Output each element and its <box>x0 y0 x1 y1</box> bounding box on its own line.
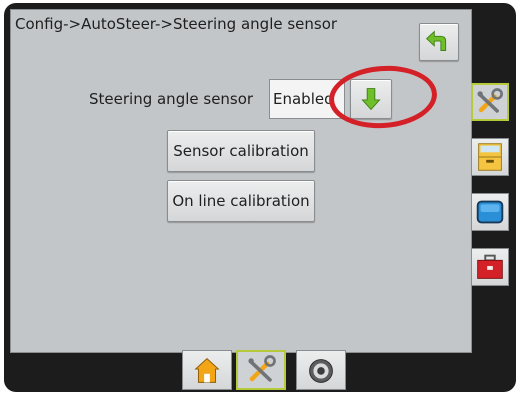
sensor-calibration-button[interactable]: Sensor calibration <box>167 130 315 172</box>
highlight-ring <box>326 62 440 132</box>
steering-angle-sensor-label: Steering angle sensor <box>89 90 254 108</box>
tools-icon <box>473 85 507 119</box>
side-tab-toolbox[interactable] <box>471 248 509 286</box>
main-screen: Config->AutoSteer->Steering angle sensor… <box>10 9 472 353</box>
side-tab-screen[interactable] <box>471 193 509 231</box>
toolbox-icon <box>472 249 508 285</box>
breadcrumb: Config->AutoSteer->Steering angle sensor <box>15 15 338 33</box>
side-tab-tools[interactable] <box>471 83 509 121</box>
gauge-icon <box>297 351 345 389</box>
back-button[interactable] <box>419 23 459 61</box>
side-tab-cabinet[interactable] <box>471 138 509 176</box>
home-icon <box>183 351 231 389</box>
screen-icon <box>472 194 508 230</box>
online-calibration-button[interactable]: On line calibration <box>167 180 315 222</box>
bottom-tab-home[interactable] <box>182 350 232 390</box>
console-device: Config->AutoSteer->Steering angle sensor… <box>4 3 516 392</box>
tools-icon <box>238 352 284 388</box>
bottom-tab-tools[interactable] <box>236 350 286 390</box>
cabinet-icon <box>472 139 508 175</box>
bottom-tab-gauge[interactable] <box>296 350 346 390</box>
back-arrow-icon <box>420 24 458 60</box>
